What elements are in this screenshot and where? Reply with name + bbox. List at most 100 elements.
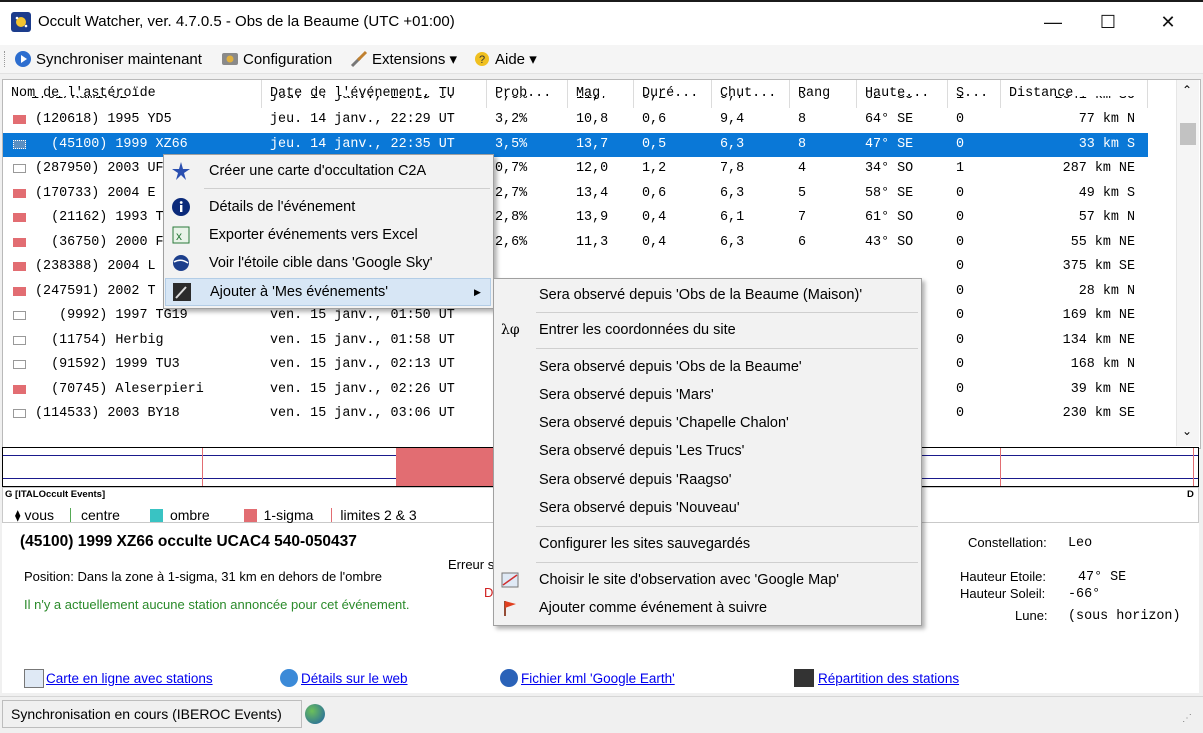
config-icon: [221, 50, 239, 68]
menu-separator: [204, 188, 490, 189]
submenu-separator: [536, 562, 918, 563]
cell-name: (114533) 2003 BY18: [35, 406, 180, 421]
app-icon: [11, 12, 31, 32]
cell-rang: 5: [798, 185, 807, 201]
link-station-distribution[interactable]: Répartition des stations: [794, 669, 959, 687]
sync-label: Synchroniser maintenant: [36, 50, 202, 68]
link-kml-label[interactable]: Fichier kml 'Google Earth': [521, 671, 675, 686]
cell-duree: 0,4: [642, 210, 667, 225]
resize-grip-icon[interactable]: ⋰: [1182, 713, 1192, 724]
cell-hauteur: 47° SE: [865, 136, 914, 152]
cell-date: ven. 15 janv., 02:13 UT: [270, 357, 455, 372]
context-menu: Créer une carte d'occultation C2A Détail…: [163, 154, 494, 309]
cell-name: (170733) 2004 E: [35, 185, 156, 201]
menu-item-event-details[interactable]: Détails de l'événement: [164, 193, 493, 221]
submenu-site-maison-label: Sera observé depuis 'Obs de la Beaume (M…: [539, 287, 863, 303]
link-online-map-label[interactable]: Carte en ligne avec stations: [46, 671, 213, 686]
submenu-site-raagso[interactable]: Sera observé depuis 'Raagso': [494, 466, 921, 494]
cell-s: 1: [956, 96, 964, 103]
row-status-marker: [13, 409, 26, 418]
cell-s: 0: [956, 308, 965, 323]
menu-item-c2a-map[interactable]: Créer une carte d'occultation C2A: [164, 157, 493, 185]
cell-chute: 6,3: [720, 234, 745, 250]
cell-name: (91592) 1999 TU3: [35, 357, 180, 372]
row-status-marker: [13, 188, 26, 198]
close-button[interactable]: ✕: [1138, 0, 1198, 45]
cell-hauteur: 43° SO: [865, 234, 914, 250]
cell-distance: 134 km NE: [1062, 332, 1135, 348]
configuration-button[interactable]: Configuration: [221, 49, 332, 69]
sun-height-value: -66°: [1068, 587, 1101, 602]
link-kml[interactable]: Fichier kml 'Google Earth': [500, 669, 675, 687]
table-row[interactable]: (120618) 1995 YD5 jeu. 14 janv., 22:29 UT…: [3, 108, 1148, 133]
submenu-google-map[interactable]: Choisir le site d'observation avec 'Goog…: [494, 566, 921, 594]
link-web-details-label[interactable]: Détails sur le web: [301, 671, 408, 686]
sync-button[interactable]: Synchroniser maintenant: [14, 49, 202, 69]
link-station-distribution-label[interactable]: Répartition des stations: [818, 671, 959, 686]
table-row-partial[interactable]: 1761/Ramirez jeu. 14 janv., 22:20 UT 0,0% 1…: [3, 96, 1148, 108]
sync-icon: [14, 50, 32, 68]
submenu-site-beaume[interactable]: Sera observé depuis 'Obs de la Beaume': [494, 353, 921, 381]
extensions-menu[interactable]: Extensions ▾: [350, 49, 457, 69]
telescope-menu-icon: [171, 281, 193, 303]
submenu-site-maison[interactable]: Sera observé depuis 'Obs de la Beaume (M…: [494, 281, 921, 309]
submenu-configure-sites[interactable]: Configurer les sites sauvegardés: [494, 530, 921, 558]
legend-centre: centre: [81, 507, 120, 523]
submenu-separator: [536, 312, 918, 313]
submenu-enter-coordinates[interactable]: λφ Entrer les coordonnées du site: [494, 316, 921, 344]
cell-name: (247591) 2002 T: [35, 283, 156, 299]
cell-hauteur: 61° SO: [865, 210, 914, 225]
map-pick-icon: [499, 569, 521, 591]
globe-icon: [500, 669, 518, 687]
info-icon: [170, 196, 192, 218]
submenu-site-chapelle[interactable]: Sera observé depuis 'Chapelle Chalon': [494, 409, 921, 437]
limit-line-right: [1000, 448, 1001, 486]
minimize-button[interactable]: —: [1023, 0, 1083, 45]
moon-label: Lune:: [1015, 608, 1048, 623]
cell-distance: 57 km N: [1078, 210, 1135, 225]
cell-name: (11754) Herbig: [35, 332, 164, 348]
legend-ombre: ombre: [169, 507, 210, 523]
cell-name: (287950) 2003 UF: [35, 161, 164, 176]
link-web-details[interactable]: Détails sur le web: [280, 669, 408, 687]
cell-s: 0: [956, 406, 965, 421]
menu-item-my-events[interactable]: Ajouter à 'Mes événements' ▶: [165, 278, 491, 306]
menu-item-google-sky[interactable]: Voir l'étoile cible dans 'Google Sky': [164, 249, 493, 277]
table-row-partial-content: 1761/Ramirez jeu. 14 janv., 22:20 UT 0,0% 1…: [3, 96, 1148, 108]
limits-line-icon: [331, 508, 333, 522]
menu-item-export-excel[interactable]: x Exporter événements vers Excel: [164, 221, 493, 249]
cell-duree: 0,5: [642, 136, 667, 152]
scroll-up-icon[interactable]: ⌃: [1182, 83, 1192, 98]
submenu-follow-event-label: Ajouter comme événement à suivre: [539, 600, 768, 616]
help-menu[interactable]: ? Aide ▾: [473, 49, 537, 69]
row-status-marker: [13, 311, 26, 320]
cell-s: 0: [956, 185, 965, 201]
cell-prob: 2,7%: [495, 185, 528, 201]
cell-hauteur: 62° SO: [865, 96, 913, 103]
scroll-thumb[interactable]: [1180, 123, 1196, 145]
telescope-icon: [794, 669, 814, 687]
vertical-scrollbar[interactable]: ⌃ ⌄: [1176, 80, 1199, 446]
browser-icon: [280, 669, 298, 687]
cell-s: 0: [956, 136, 965, 152]
cell-date: jeu. 14 janv., 22:35 UT: [270, 136, 455, 152]
menu-item-c2a-label: Créer une carte d'occultation C2A: [209, 163, 427, 179]
cell-mag: 13,4: [576, 185, 609, 201]
cell-rang: 8: [798, 136, 807, 152]
submenu-site-mars[interactable]: Sera observé depuis 'Mars': [494, 381, 921, 409]
submenu-site-trucs[interactable]: Sera observé depuis 'Les Trucs': [494, 437, 921, 465]
svg-text:?: ?: [479, 54, 485, 66]
submenu-site-nouveau[interactable]: Sera observé depuis 'Nouveau': [494, 494, 921, 522]
submenu-follow-event[interactable]: Ajouter comme événement à suivre: [494, 594, 921, 622]
menu-item-my-events-label: Ajouter à 'Mes événements': [210, 284, 389, 300]
submenu-configure-sites-label: Configurer les sites sauvegardés: [539, 536, 751, 552]
cell-name: (21162) 1993 T: [35, 210, 164, 225]
legend-sigma: 1-sigma: [263, 507, 314, 523]
cell-prob: 3,5%: [495, 136, 528, 152]
maximize-button[interactable]: ☐: [1078, 0, 1138, 45]
help-icon: ?: [473, 50, 491, 68]
scroll-down-icon[interactable]: ⌄: [1182, 424, 1192, 439]
row-status-marker: [13, 262, 26, 271]
row-status-marker: [13, 115, 26, 124]
link-online-map[interactable]: Carte en ligne avec stations: [24, 669, 213, 688]
